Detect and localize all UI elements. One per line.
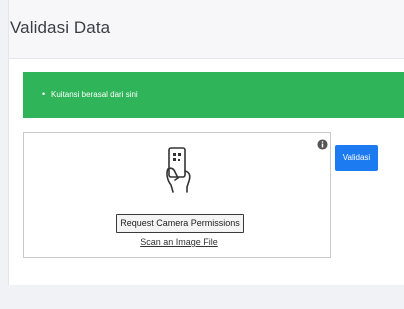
alert-list-item: Kuitansi berasal dari sini: [42, 89, 138, 99]
qr-scanner-panel: Request Camera Permissions Scan an Image…: [23, 132, 331, 258]
info-icon[interactable]: [317, 139, 328, 150]
success-alert: Kuitansi berasal dari sini: [23, 72, 404, 118]
card-header: Validasi Data: [9, 0, 404, 59]
main-card: Validasi Data Kuitansi berasal dari sini…: [8, 0, 404, 285]
validate-button[interactable]: Validasi: [335, 145, 378, 171]
phone-qr-scan-icon: [166, 147, 191, 193]
request-camera-permissions-button[interactable]: Request Camera Permissions: [116, 214, 244, 233]
scan-image-file-link[interactable]: Scan an Image File: [116, 237, 242, 247]
page-title: Validasi Data: [10, 18, 111, 37]
